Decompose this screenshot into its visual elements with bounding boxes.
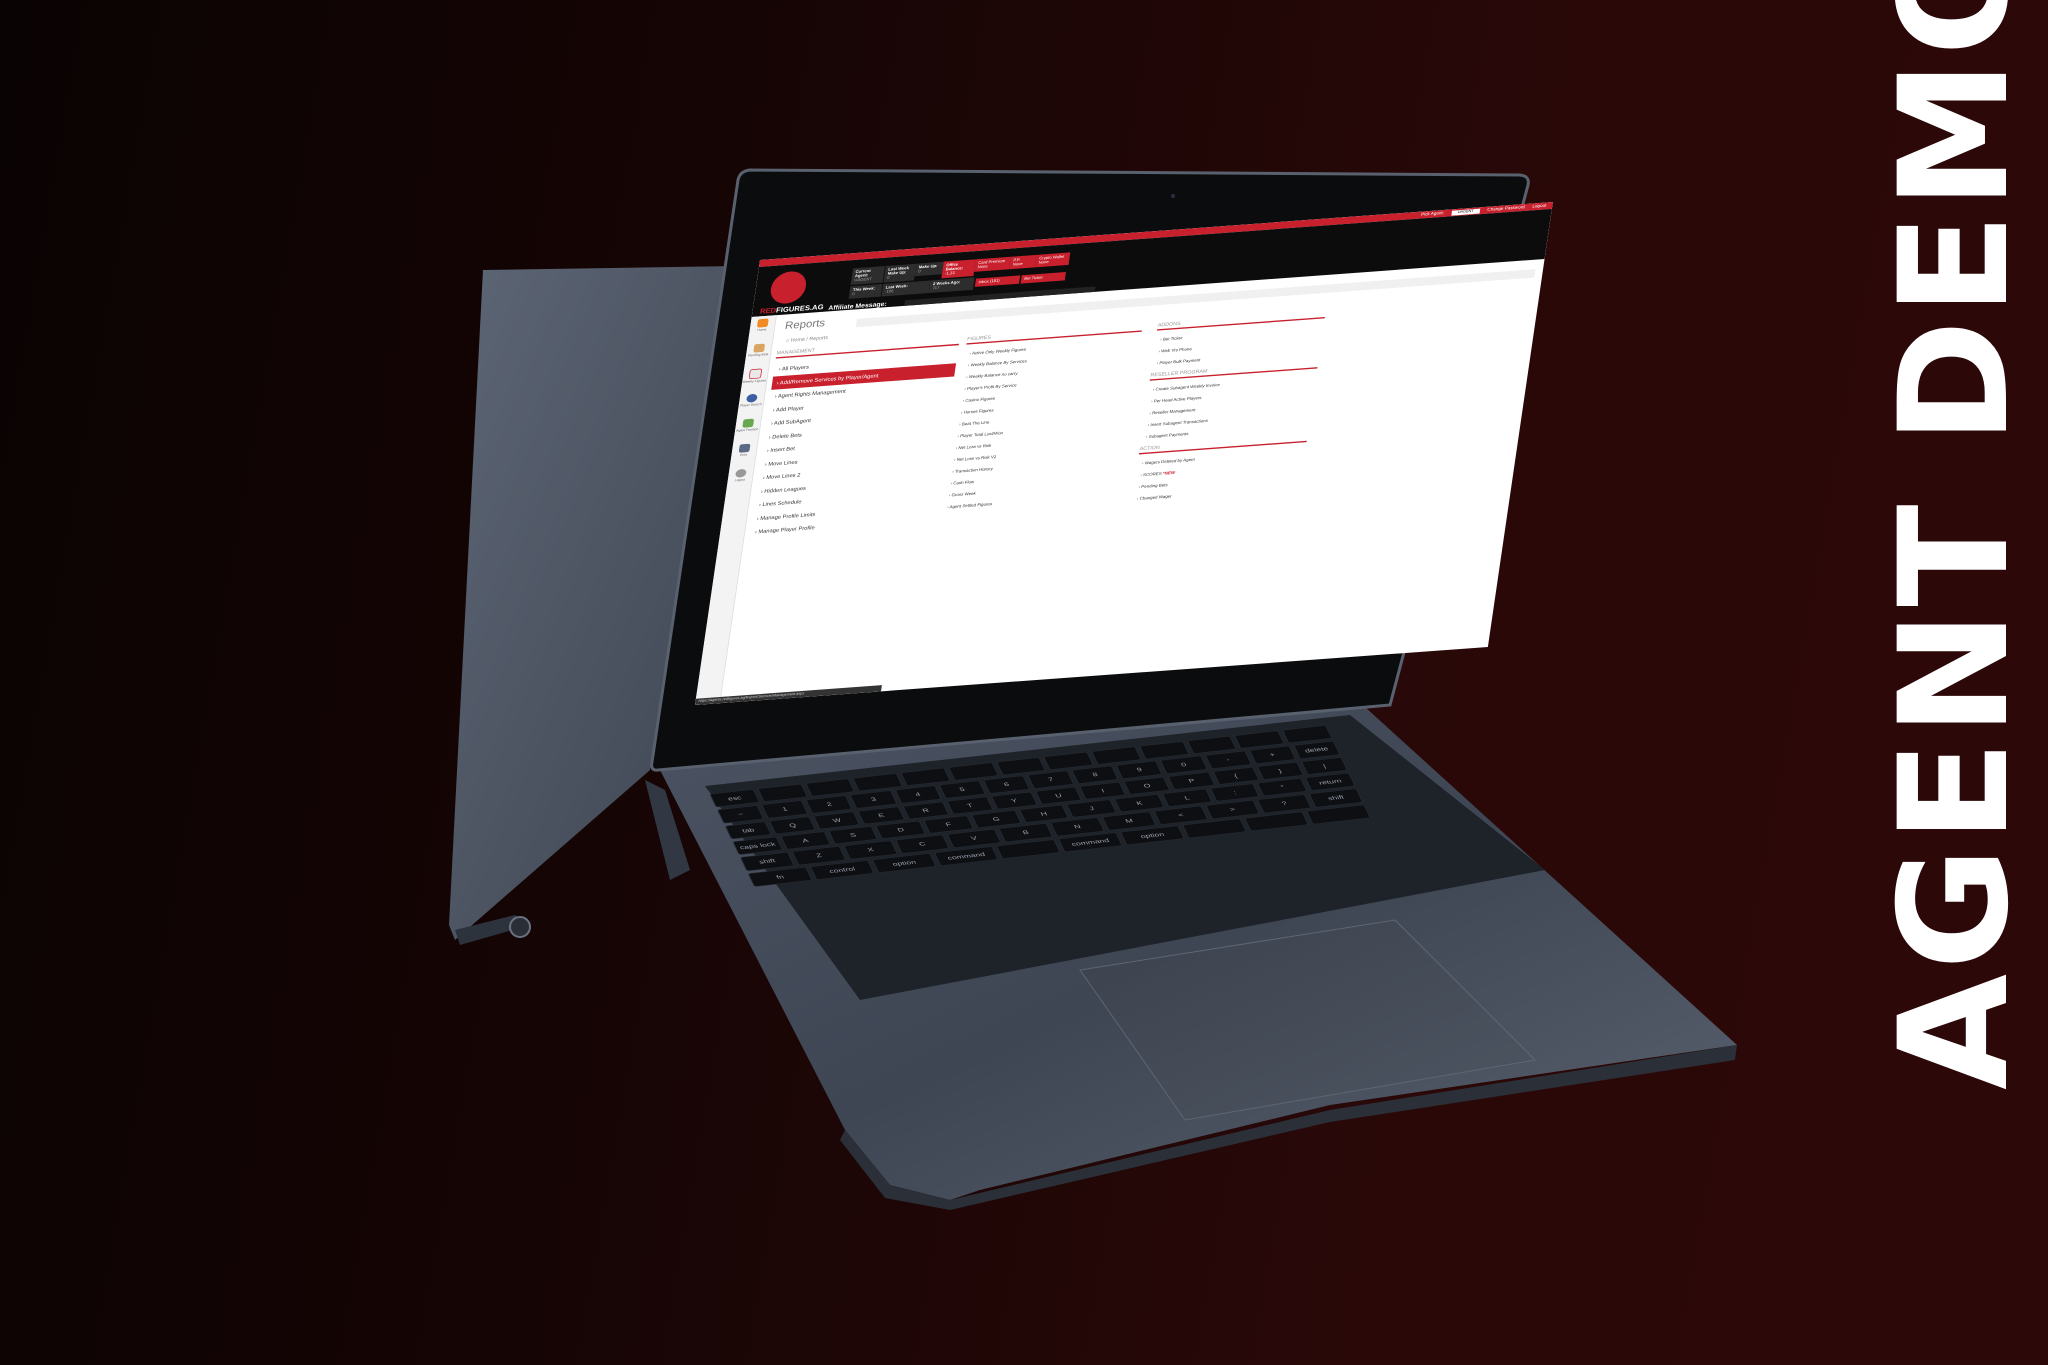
logout-icon	[734, 468, 747, 478]
keyboard-key[interactable]: |	[1300, 756, 1348, 775]
player-search-icon	[745, 393, 758, 403]
keyboard-key[interactable]: E	[857, 806, 905, 825]
pending-bets-icon	[753, 343, 766, 353]
sidebar-item-pending-bets[interactable]: Pending Bets	[744, 343, 772, 367]
sidebar-item-player-search[interactable]: Player Search	[737, 393, 765, 417]
keyboard-key[interactable]: ~	[717, 805, 765, 824]
keyboard-key[interactable]: 7	[1027, 770, 1075, 789]
stat-two-weeks-ago: 2 Weeks Ago: 717	[928, 277, 975, 294]
keyboard-key[interactable]: T	[946, 796, 994, 815]
keyboard-key[interactable]: 4	[894, 785, 942, 804]
laptop-illustration	[449, 168, 1737, 1210]
keyboard-key[interactable]: U	[1034, 786, 1083, 805]
keyboard-key[interactable]: :	[1209, 783, 1261, 802]
keyboard-key[interactable]	[804, 778, 856, 797]
keyboard-key[interactable]: -	[1204, 750, 1252, 769]
keyboard-key[interactable]: {	[1212, 766, 1260, 785]
main-content: Reports ⌂ Home / Reports Management All …	[725, 259, 1544, 703]
keyboard-key[interactable]: I	[1079, 781, 1127, 800]
stage: AGENT DEMO Pick Agent: UAGENT Change Pas…	[0, 0, 2048, 1365]
agent-dashboard-screen: Pick Agent: UAGENT Change Password Logou…	[694, 201, 1553, 705]
stat-last-week: Last Week: -106	[881, 280, 931, 297]
breadcrumb-reports: Reports	[808, 335, 829, 342]
stat-pph[interactable]: P.P. None	[1009, 254, 1037, 270]
keyboard-key[interactable]: }	[1256, 761, 1304, 780]
keyboard-key[interactable]: 5	[938, 780, 986, 799]
sidebar-item-logout[interactable]: Logout	[726, 468, 754, 492]
keyboard-key[interactable]: Y	[990, 791, 1038, 810]
new-badge: *NEW	[1162, 471, 1176, 477]
stat-last-week-makeup: Last Week Make Up: 0	[883, 263, 917, 283]
breadcrumb-home[interactable]: Home	[790, 337, 805, 343]
figures-column: Figures Active Only Weekly Figures Weekl…	[942, 324, 1143, 514]
sidebar-item-agent-position[interactable]: Agent Position	[733, 418, 761, 442]
keyboard-key[interactable]: 0	[1160, 755, 1208, 774]
print-icon	[738, 443, 751, 453]
logo[interactable]: REDFIGURES.AG	[759, 268, 824, 316]
agent-position-icon	[742, 418, 755, 428]
keyboard-key[interactable]: 2	[805, 795, 853, 814]
management-column: Management All Players Add/Remove Servic…	[749, 337, 960, 539]
keyboard-key[interactable]: P	[1167, 771, 1215, 790]
weekly-figures-icon	[748, 368, 763, 380]
keyboard-key[interactable]: L	[1161, 788, 1213, 808]
keyboard-key[interactable]: Q	[769, 816, 817, 835]
inbox-button[interactable]: Inbox (181)	[974, 275, 1021, 287]
keyboard-key[interactable]: +	[1248, 745, 1296, 764]
logo-mark	[768, 270, 809, 305]
sidebar-item-print[interactable]: Print	[730, 443, 758, 467]
keyboard-key[interactable]: tab	[724, 821, 772, 840]
keyboard-key[interactable]: O	[1123, 776, 1171, 795]
logout-link[interactable]: Logout	[1532, 204, 1547, 209]
sidebar-item-home[interactable]: Home	[748, 318, 776, 342]
home-icon: ⌂	[785, 338, 790, 344]
keyboard-key[interactable]: 9	[1115, 760, 1164, 779]
keyboard-key[interactable]: R	[901, 801, 950, 820]
addons-column: Addons Bet Ticker Web Vrs Phone Player B…	[1131, 310, 1326, 506]
stat-card-premium[interactable]: Card Premium None	[973, 256, 1011, 272]
stat-this-week: This Week: 0	[848, 284, 883, 299]
keyboard-key[interactable]: 6	[982, 775, 1031, 794]
keyboard-key[interactable]: W	[813, 811, 861, 830]
stat-makeup: Make Up: 0	[914, 261, 944, 277]
keyboard-key[interactable]: delete	[1293, 740, 1341, 760]
keyboard-key[interactable]: ?	[1257, 794, 1312, 814]
keyboard-key[interactable]: 3	[850, 790, 898, 809]
stat-office-balance: Office Balance: -1,13	[941, 259, 976, 279]
bet-ticker-button[interactable]: Bet Ticker	[1020, 271, 1066, 284]
keyboard-key[interactable]: 1	[761, 800, 809, 819]
sidebar-item-weekly-figures[interactable]: Weekly Figures	[741, 368, 769, 392]
stat-current-agent: Current Agent: UAGENT	[850, 265, 886, 286]
home-icon	[756, 318, 769, 328]
keyboard-key[interactable]: 8	[1071, 765, 1119, 784]
stat-crypto-wallet[interactable]: Crypto Wallet None	[1034, 252, 1071, 268]
keyboard-key[interactable]: V	[946, 828, 1002, 848]
